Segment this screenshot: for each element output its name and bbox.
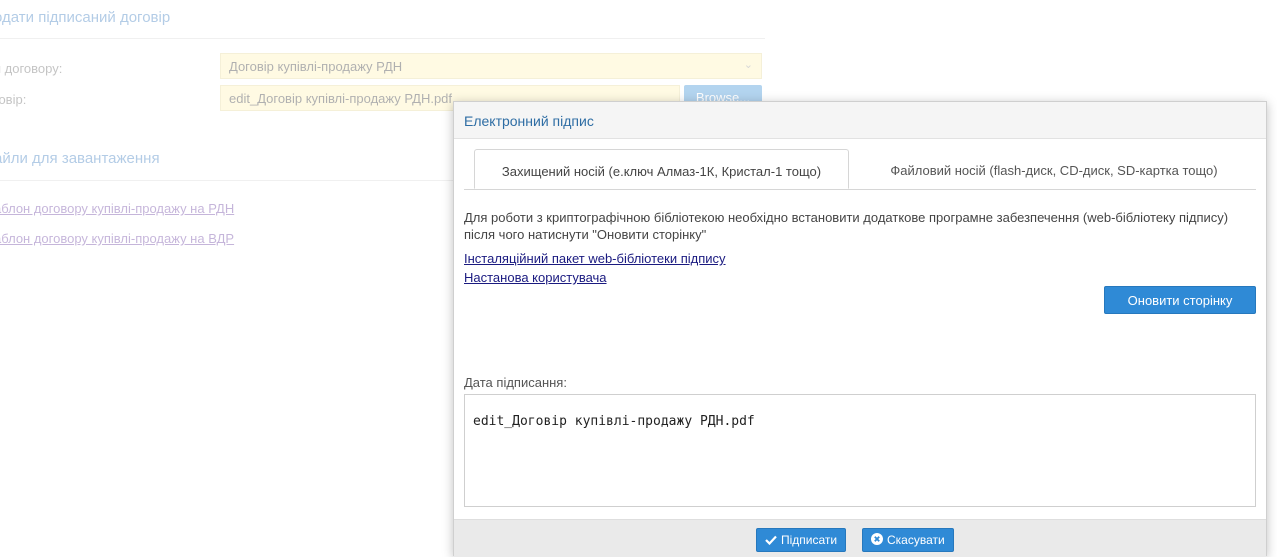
files-section-title: айли для завантаження	[0, 150, 160, 167]
dialog-footer: Підписати Скасувати	[454, 519, 1266, 557]
e-signature-dialog: Електронний підпис Захищений носій (е.кл…	[453, 101, 1267, 557]
refresh-page-button[interactable]: Оновити сторінку	[1104, 286, 1256, 314]
contract-type-value: Договір купівлі-продажу РДН	[229, 59, 403, 74]
signing-date-label: Дата підписання:	[464, 375, 567, 390]
title-divider	[0, 38, 765, 39]
user-guide-link[interactable]: Настанова користувача	[464, 270, 607, 285]
install-package-link[interactable]: Інсталяційний пакет web-бібліотеки підпи…	[464, 251, 726, 266]
dialog-title: Електронний підпис	[464, 113, 594, 129]
template-link-vdr[interactable]: аблон договору купівлі-продажу на ВДР	[0, 231, 234, 246]
tab-secure-media[interactable]: Захищений носій (е.ключ Алмаз-1К, Криста…	[474, 149, 849, 189]
signing-content-textarea[interactable]: edit_Договір купівлі-продажу РДН.pdf	[464, 394, 1256, 507]
page-title: одати підписаний договір	[0, 9, 171, 26]
contract-file-label: говір:	[0, 92, 27, 107]
library-notice: Для роботи з криптографічною бібліотекою…	[464, 210, 1229, 242]
times-circle-icon	[871, 533, 883, 548]
dialog-header: Електронний підпис	[454, 102, 1266, 139]
cancel-button-label: Скасувати	[887, 533, 945, 547]
sign-button-label: Підписати	[781, 533, 838, 547]
contract-type-label: п договору:	[0, 61, 63, 76]
sign-button[interactable]: Підписати	[756, 528, 847, 552]
tab-file-media[interactable]: Файловий носій (flash-диск, CD-диск, SD-…	[854, 149, 1254, 189]
check-icon	[765, 534, 777, 548]
contract-type-select[interactable]: Договір купівлі-продажу РДН ⌄	[220, 53, 762, 79]
contract-file-value: edit_Договір купівлі-продажу РДН.pdf	[229, 91, 453, 106]
media-tabs: Захищений носій (е.ключ Алмаз-1К, Криста…	[464, 149, 1256, 190]
template-link-rdn[interactable]: аблон договору купівлі-продажу на РДН	[0, 201, 234, 216]
cancel-button[interactable]: Скасувати	[862, 528, 954, 552]
chevron-down-icon: ⌄	[743, 59, 753, 71]
